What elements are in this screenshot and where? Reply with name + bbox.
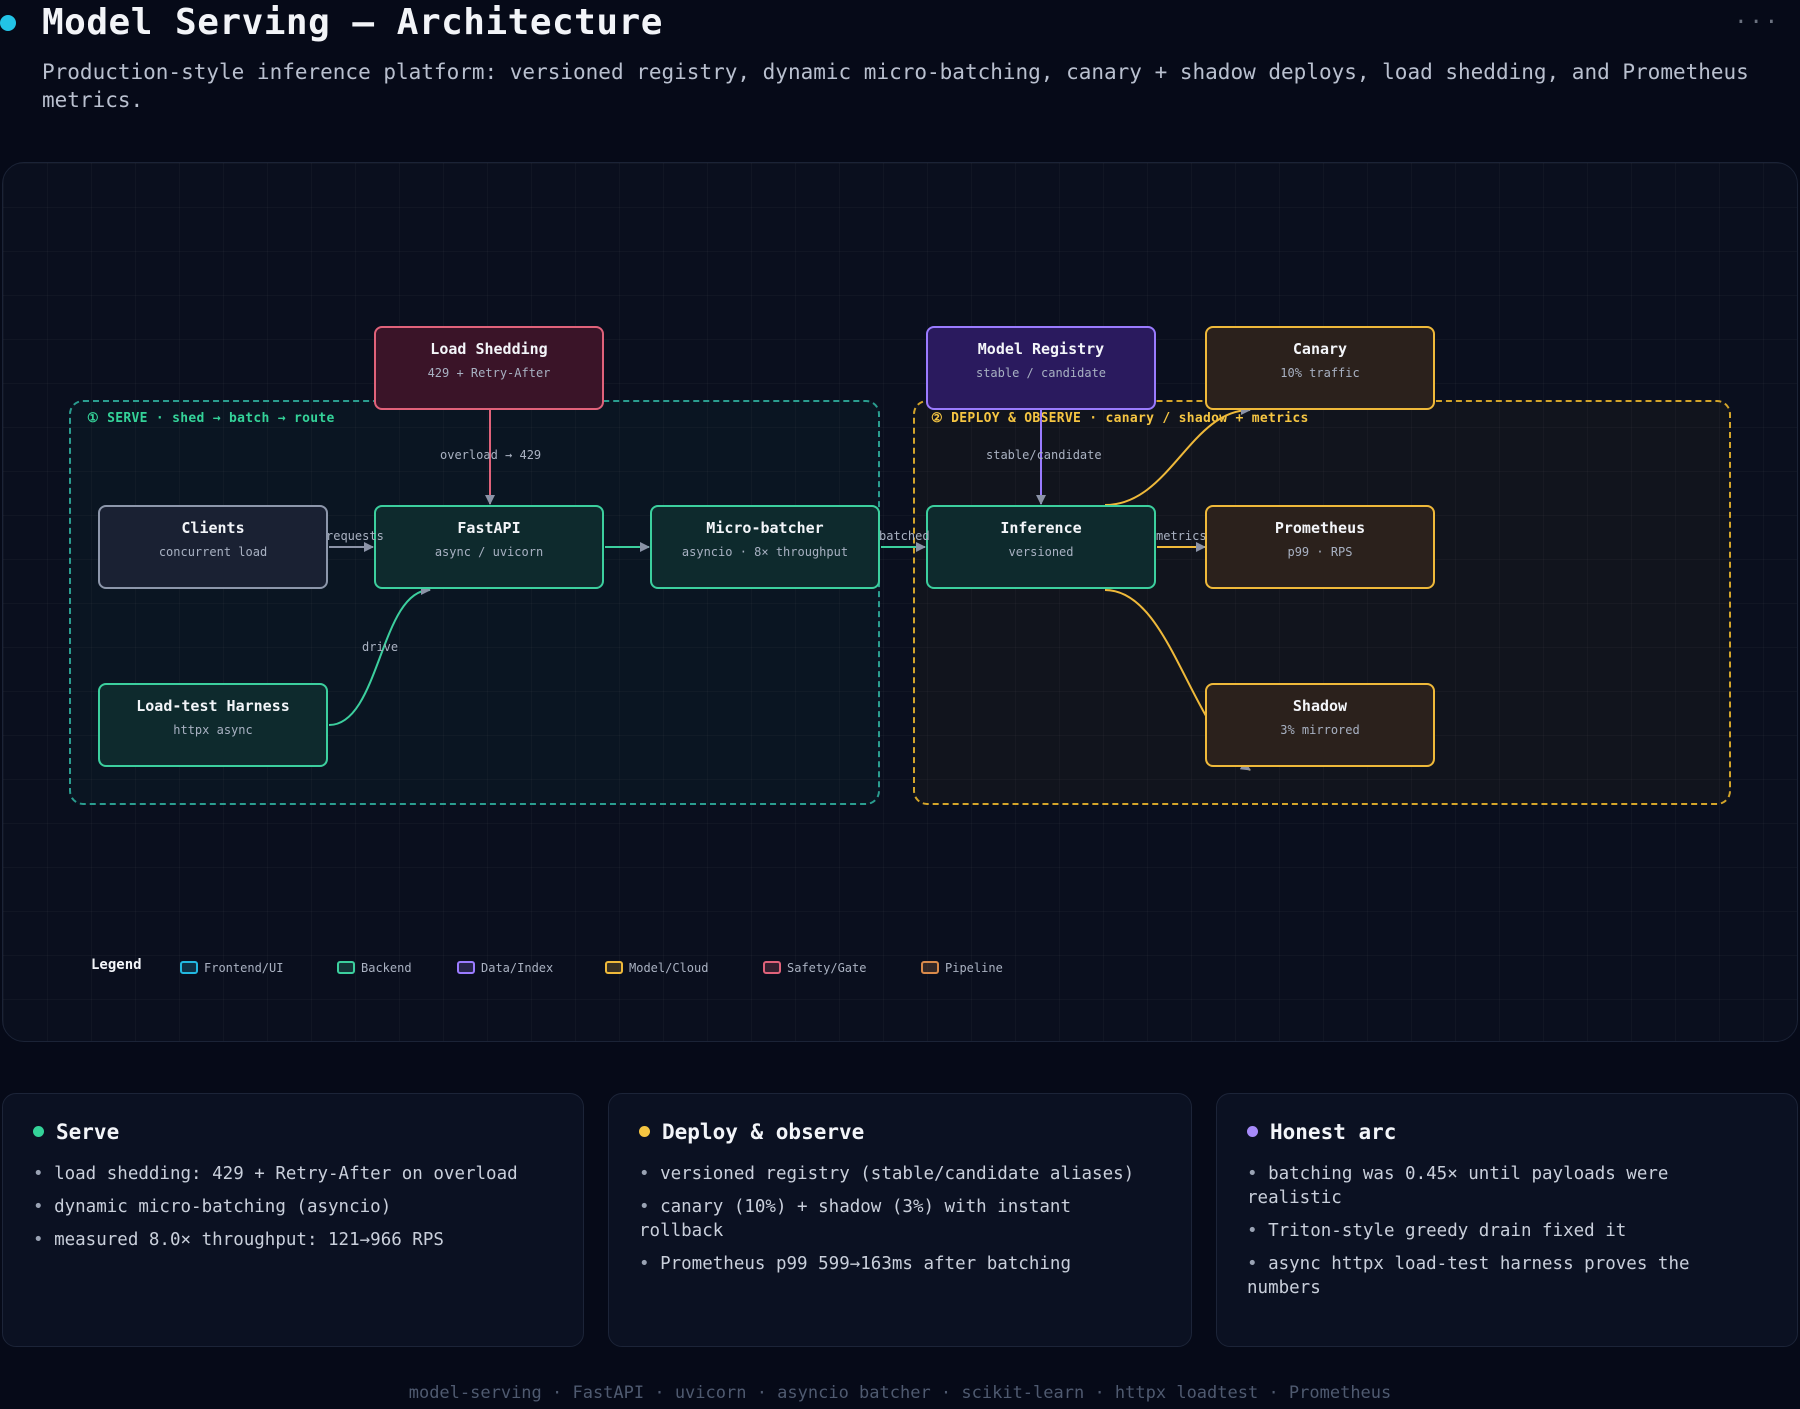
node-canary[interactable]: Canary 10% traffic xyxy=(1205,326,1435,410)
legend-item-frontend: Frontend/UI xyxy=(180,957,283,975)
node-fastapi[interactable]: FastAPI async / uvicorn xyxy=(374,505,604,589)
edge-label-batched: batched xyxy=(879,529,930,543)
card-honest-arc: Honest arc batching was 0.45× until payl… xyxy=(1216,1093,1798,1347)
node-shadow[interactable]: Shadow 3% mirrored xyxy=(1205,683,1435,767)
deploy-dot-icon xyxy=(639,1125,650,1137)
edge-drive xyxy=(328,585,431,726)
list-item: dynamic micro-batching (asyncio) xyxy=(33,1195,557,1219)
serve-dot-icon xyxy=(33,1125,44,1137)
legend-item-pipeline: Pipeline xyxy=(921,957,1003,975)
card-honest-heading: Honest arc xyxy=(1247,1120,1771,1144)
node-micro-batcher[interactable]: Micro-batcher asyncio · 8× throughput xyxy=(650,505,880,589)
card-serve: Serve load shedding: 429 + Retry-After o… xyxy=(2,1093,584,1347)
legend-swatch-icon xyxy=(605,961,623,974)
legend-swatch-icon xyxy=(180,961,198,974)
edge-label-stable-candidate: stable/candidate xyxy=(986,448,1102,462)
legend-swatch-icon xyxy=(921,961,939,974)
edge-canary xyxy=(1104,405,1251,506)
edge-label-drive: drive xyxy=(362,640,399,654)
list-item: Prometheus p99 599→163ms after batching xyxy=(639,1252,1165,1276)
list-item: Triton-style greedy drain fixed it xyxy=(1247,1219,1771,1243)
honest-dot-icon xyxy=(1247,1125,1258,1137)
list-item: batching was 0.45× until payloads were r… xyxy=(1247,1162,1771,1210)
edge-label-metrics: metrics xyxy=(1156,529,1207,543)
edge-label-overload: overload → 429 xyxy=(440,448,542,462)
legend-item-safety: Safety/Gate xyxy=(763,957,866,975)
edge-label-requests: requests xyxy=(326,529,384,543)
card-serve-heading: Serve xyxy=(33,1120,557,1144)
node-inference[interactable]: Inference versioned xyxy=(926,505,1156,589)
node-load-test-harness[interactable]: Load-test Harness httpx async xyxy=(98,683,328,767)
node-prometheus[interactable]: Prometheus p99 · RPS xyxy=(1205,505,1435,589)
card-serve-list: load shedding: 429 + Retry-After on over… xyxy=(33,1162,557,1252)
legend-item-model: Model/Cloud xyxy=(605,957,708,975)
list-item: versioned registry (stable/candidate ali… xyxy=(639,1162,1165,1186)
list-item: measured 8.0× throughput: 121→966 RPS xyxy=(33,1228,557,1252)
card-deploy: Deploy & observe versioned registry (sta… xyxy=(608,1093,1192,1347)
node-load-shedding[interactable]: Load Shedding 429 + Retry-After xyxy=(374,326,604,410)
list-item: canary (10%) + shadow (3%) with instant … xyxy=(639,1195,1165,1243)
legend-swatch-icon xyxy=(763,961,781,974)
legend-item-backend: Backend xyxy=(337,957,412,975)
legend-swatch-icon xyxy=(337,961,355,974)
card-honest-list: batching was 0.45× until payloads were r… xyxy=(1247,1162,1771,1300)
legend-title: Legend xyxy=(91,957,142,973)
card-deploy-heading: Deploy & observe xyxy=(639,1120,1165,1144)
node-clients[interactable]: Clients concurrent load xyxy=(98,505,328,589)
card-deploy-list: versioned registry (stable/candidate ali… xyxy=(639,1162,1165,1276)
list-item: load shedding: 429 + Retry-After on over… xyxy=(33,1162,557,1186)
footer-stack: model-serving · FastAPI · uvicorn · asyn… xyxy=(408,1383,1392,1403)
legend-swatch-icon xyxy=(457,961,475,974)
node-model-registry[interactable]: Model Registry stable / candidate xyxy=(926,326,1156,410)
list-item: async httpx load-test harness proves the… xyxy=(1247,1252,1771,1300)
legend-item-data: Data/Index xyxy=(457,957,553,975)
